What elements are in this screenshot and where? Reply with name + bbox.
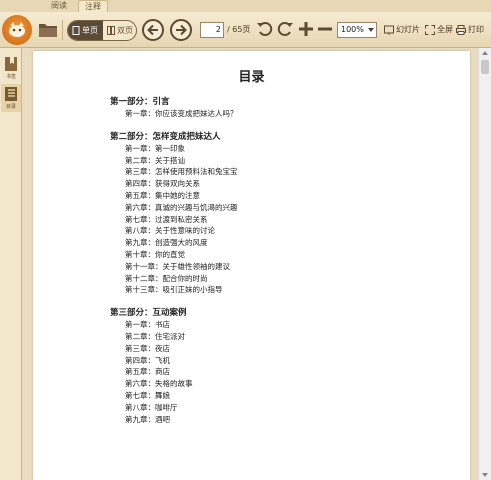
scroll-up-arrow-icon[interactable] <box>482 51 488 55</box>
arrow-right-icon <box>176 24 187 36</box>
mode-tab-bar: 阅读 注释 <box>0 0 491 12</box>
scroll-down-arrow-icon[interactable] <box>482 473 488 477</box>
tab-annotate[interactable]: 注释 <box>78 0 108 12</box>
plus-icon <box>299 22 313 36</box>
toc-part-heading[interactable]: 第二部分：怎样变成把妹达人 <box>110 131 440 143</box>
sidebar-item-bookmarks[interactable]: 书签 <box>1 54 21 82</box>
sidebar-item-label: 目录 <box>5 104 16 110</box>
toc-chapter-item[interactable]: 第三章：夜店 <box>110 343 440 355</box>
sidebar-item-label: 书签 <box>5 74 16 80</box>
chevron-down-icon <box>368 28 374 32</box>
toc-chapter-item[interactable]: 第三章：怎样使用预料法和兔宝宝 <box>110 166 440 178</box>
toc-chapter-item[interactable]: 第一章：书店 <box>110 319 440 331</box>
slideshow-icon <box>384 25 394 35</box>
print-button[interactable]: 打印 <box>456 22 484 38</box>
open-folder-icon[interactable] <box>38 21 58 38</box>
toolbar: 单页 双页 2 / 65页 100% 幻灯片 全屏 打印 <box>0 12 491 48</box>
toc-part-heading[interactable]: 第一部分：引言 <box>110 96 440 108</box>
single-page-button[interactable]: 单页 <box>68 21 103 40</box>
prev-page-button[interactable] <box>142 19 164 41</box>
table-of-contents-icon <box>5 87 17 101</box>
toc-chapter-item[interactable]: 第五章：集中她的注意 <box>110 190 440 202</box>
app-logo-icon[interactable] <box>2 15 32 45</box>
fullscreen-icon <box>425 25 435 35</box>
zoom-value: 100% <box>341 25 364 34</box>
vertical-scrollbar[interactable] <box>478 48 491 480</box>
toc-chapter-item[interactable]: 第八章：咖啡厅 <box>110 402 440 414</box>
minus-icon <box>318 27 332 31</box>
document-viewer: 目录 第一部分：引言 第一章：你应该变成把妹达人吗？ 第二部分：怎样变成把妹达人 第一… <box>22 48 491 480</box>
toc-chapter-item[interactable]: 第十二章：配合你的时尚 <box>110 273 440 285</box>
table-of-contents: 第一部分：引言 第一章：你应该变成把妹达人吗？ 第二部分：怎样变成把妹达人 第一章：第… <box>110 96 440 425</box>
toc-chapter-item[interactable]: 第一章：第一印象 <box>110 143 440 155</box>
printer-icon <box>456 25 466 35</box>
print-label: 打印 <box>468 25 484 34</box>
slideshow-button[interactable]: 幻灯片 <box>384 22 420 38</box>
toc-part-heading[interactable]: 第三部分：互动案例 <box>110 307 440 319</box>
toc-chapter-item[interactable]: 第七章：过渡到私密关系 <box>110 214 440 226</box>
toc-chapter-item[interactable]: 第二章：关于搭讪 <box>110 155 440 167</box>
sidebar-item-contents[interactable]: 目录 <box>1 84 21 112</box>
rotate-left-icon <box>257 22 273 36</box>
double-page-label: 双页 <box>117 26 133 35</box>
document-page: 目录 第一部分：引言 第一章：你应该变成把妹达人吗？ 第二部分：怎样变成把妹达人 第一… <box>33 51 470 480</box>
slideshow-label: 幻灯片 <box>396 25 420 34</box>
toc-chapter-item[interactable]: 第四章：飞机 <box>110 355 440 367</box>
toc-chapter-item[interactable]: 第七章：舞娘 <box>110 390 440 402</box>
page-total: / 65页 <box>227 25 251 34</box>
toc-chapter-item[interactable]: 第一章：你应该变成把妹达人吗？ <box>110 108 440 120</box>
next-page-button[interactable] <box>170 19 192 41</box>
rotate-right-button[interactable] <box>276 20 296 40</box>
zoom-out-button[interactable] <box>316 20 336 40</box>
toc-chapter-item[interactable]: 第二章：住宅派对 <box>110 331 440 343</box>
toc-chapter-item[interactable]: 第八章：关于性意味的讨论 <box>110 225 440 237</box>
toolbar-separator <box>62 20 63 40</box>
zoom-select[interactable]: 100% <box>337 22 377 38</box>
zoom-in-button[interactable] <box>297 20 317 40</box>
arrow-left-icon <box>147 24 158 36</box>
single-page-label: 单页 <box>82 26 98 35</box>
page-number-input[interactable]: 2 <box>200 22 224 38</box>
fullscreen-button[interactable]: 全屏 <box>425 22 453 38</box>
tab-read[interactable]: 阅读 <box>44 0 74 12</box>
scrollbar-thumb[interactable] <box>481 60 489 74</box>
toc-chapter-item[interactable]: 第十一章：关于雄性领袖的建议 <box>110 261 440 273</box>
toc-chapter-item[interactable]: 第九章：创造强大的风度 <box>110 237 440 249</box>
rotate-left-button[interactable] <box>256 20 276 40</box>
view-mode-toggle: 单页 双页 <box>67 20 137 41</box>
page-title: 目录 <box>238 70 265 85</box>
double-page-icon <box>107 26 115 35</box>
toc-chapter-item[interactable]: 第六章：真诚的兴趣与饥渴的兴趣 <box>110 202 440 214</box>
fullscreen-label: 全屏 <box>437 25 453 34</box>
toc-chapter-item[interactable]: 第四章：获得双向关系 <box>110 178 440 190</box>
left-sidebar: 书签 目录 <box>0 48 22 480</box>
toc-chapter-item[interactable]: 第十章：你的直觉 <box>110 249 440 261</box>
single-page-icon <box>72 26 80 35</box>
toc-chapter-item[interactable]: 第六章：失格的故事 <box>110 378 440 390</box>
rotate-right-icon <box>277 22 293 36</box>
toc-chapter-item[interactable]: 第五章：商店 <box>110 366 440 378</box>
double-page-button[interactable]: 双页 <box>103 21 136 40</box>
bookmark-book-icon <box>5 57 17 71</box>
toc-chapter-item[interactable]: 第十三章：吸引正妹的小指导 <box>110 284 440 296</box>
toc-chapter-item[interactable]: 第九章：酒吧 <box>110 414 440 426</box>
